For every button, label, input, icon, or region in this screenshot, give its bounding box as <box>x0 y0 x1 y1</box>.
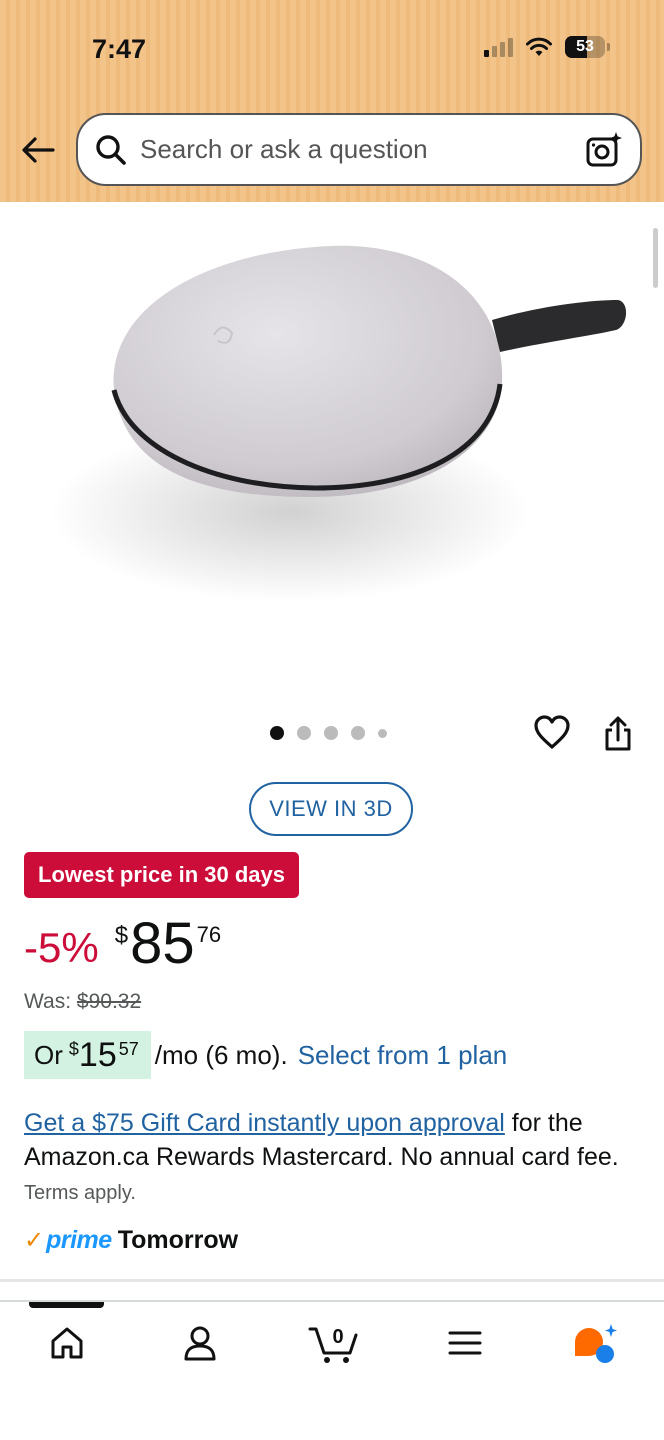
discount-percent: -5% <box>24 924 99 971</box>
nav-menu[interactable] <box>440 1320 490 1366</box>
carousel-dot[interactable] <box>324 726 338 740</box>
price-block: -5% $ 85 76 <box>24 912 221 982</box>
price-currency: $ <box>114 922 129 949</box>
price-whole: 85 <box>130 911 195 976</box>
view-in-3d-button[interactable]: VIEW IN 3D <box>249 782 413 836</box>
person-icon <box>184 1326 216 1361</box>
product-image[interactable] <box>0 202 664 702</box>
installment-plan-row: Or $ 15 57 /mo (6 mo). Select from 1 pla… <box>24 1031 507 1079</box>
battery-level: 53 <box>576 38 594 55</box>
cellular-signal-icon <box>484 37 513 57</box>
monthly-price-chip: Or $ 15 57 <box>24 1031 151 1079</box>
deal-badge: Lowest price in 30 days <box>24 852 299 898</box>
carousel-dot[interactable] <box>351 726 365 740</box>
back-arrow-icon <box>22 137 55 163</box>
search-icon <box>94 133 128 167</box>
camera-lens-icon[interactable] <box>584 130 624 170</box>
section-divider <box>0 1279 664 1282</box>
carousel-dot[interactable] <box>270 726 284 740</box>
rufus-assistant-icon <box>575 1324 617 1363</box>
select-plan-link[interactable]: Select from 1 plan <box>298 1040 508 1071</box>
prime-check-icon: ✓ <box>24 1227 45 1254</box>
plan-prefix: Or <box>34 1039 63 1070</box>
status-icons: 53 <box>484 36 610 58</box>
was-label: Was: <box>24 990 72 1013</box>
image-carousel-dots[interactable] <box>270 726 387 740</box>
image-scrollbar <box>653 228 658 288</box>
status-time: 7:47 <box>92 34 147 64</box>
price-fraction: 76 <box>196 922 222 947</box>
active-tab-indicator <box>29 1302 104 1308</box>
hamburger-menu-icon <box>448 1331 482 1355</box>
nav-home[interactable] <box>42 1320 92 1366</box>
carousel-dot[interactable] <box>378 728 387 738</box>
carousel-dot[interactable] <box>297 726 311 740</box>
cart-icon: 0 <box>308 1326 358 1363</box>
wifi-icon <box>526 37 552 56</box>
plan-whole: 15 <box>78 1035 117 1074</box>
plan-currency: $ <box>68 1038 79 1059</box>
share-icon <box>605 716 631 751</box>
credit-card-promo: Get a $75 Gift Card instantly upon appro… <box>24 1106 624 1210</box>
prime-delivery: ✓ prime Tomorrow <box>24 1226 238 1255</box>
was-price: $90.32 <box>76 990 142 1013</box>
search-input[interactable] <box>140 134 584 165</box>
battery-icon: 53 <box>565 36 605 58</box>
delivery-day: Tomorrow <box>117 1226 239 1254</box>
prime-logo: prime <box>46 1226 112 1254</box>
gift-card-offer-link[interactable]: Get a $75 Gift Card instantly upon appro… <box>24 1109 505 1137</box>
back-button[interactable] <box>20 134 56 166</box>
share-button[interactable] <box>602 716 638 752</box>
wishlist-button[interactable] <box>533 714 571 752</box>
cart-count: 0 <box>332 1326 343 1348</box>
nav-rufus[interactable] <box>570 1320 620 1366</box>
top-header: 7:47 53 <box>0 0 664 202</box>
product-photo <box>50 245 627 602</box>
heart-icon <box>534 715 570 749</box>
search-bar[interactable] <box>76 113 642 186</box>
nav-cart[interactable]: 0 <box>306 1320 362 1366</box>
was-price-row: Was: $90.32 <box>24 990 141 1014</box>
home-icon <box>51 1327 83 1359</box>
plan-suffix: /mo (6 mo). <box>154 1039 288 1070</box>
terms-apply-text: Terms apply. <box>24 1182 136 1204</box>
plan-fraction: 57 <box>118 1038 139 1059</box>
nav-account[interactable] <box>175 1320 225 1366</box>
